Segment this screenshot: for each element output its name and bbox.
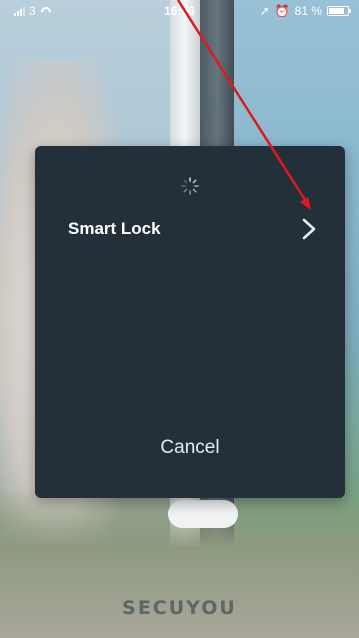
brand-logo: SECUYOU <box>122 597 237 619</box>
status-right: ➚ ⏰ 81 % <box>259 4 351 18</box>
loading-spinner-icon <box>181 177 199 195</box>
location-icon: ➚ <box>259 4 270 18</box>
cancel-button[interactable]: Cancel <box>35 436 345 460</box>
device-picker-modal: Smart Lock Cancel <box>35 146 345 498</box>
battery-percent: 81 % <box>294 4 322 18</box>
smart-lock-label: Smart Lock <box>68 219 161 238</box>
battery-icon <box>327 6 351 16</box>
door-handle <box>168 500 238 528</box>
chevron-right-icon <box>302 218 316 240</box>
alarm-icon: ⏰ <box>274 4 290 18</box>
smart-lock-item[interactable]: Smart Lock <box>35 214 345 244</box>
status-bar: 3 16:06 ➚ ⏰ 81 % <box>0 0 359 22</box>
